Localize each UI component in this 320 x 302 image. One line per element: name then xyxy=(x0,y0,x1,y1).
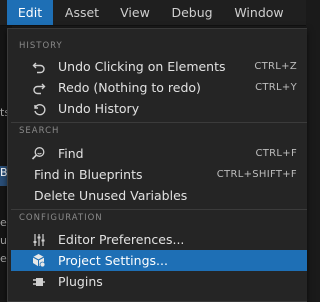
menu-item-label: Plugins xyxy=(58,274,103,289)
menu-item-find-in-blueprints[interactable]: Find in Blueprints CTRL+SHIFT+F xyxy=(11,164,307,185)
shortcut-label: CTRL+Z xyxy=(254,61,297,72)
shortcut-label: CTRL+SHIFT+F xyxy=(216,169,297,180)
menu-item-undo-history[interactable]: Undo History xyxy=(11,98,307,119)
menu-asset[interactable]: Asset xyxy=(56,0,108,25)
menu-item-undo[interactable]: Undo Clicking on Elements CTRL+Z xyxy=(11,56,307,77)
menu-item-plugins[interactable]: Plugins xyxy=(11,271,307,292)
plugin-icon xyxy=(30,273,47,290)
section-header-configuration: CONFIGURATION xyxy=(19,213,103,223)
menu-view[interactable]: View xyxy=(112,0,158,25)
menu-bar: Edit Asset View Debug Window xyxy=(0,0,306,26)
sliders-icon xyxy=(30,231,47,248)
project-settings-icon xyxy=(30,252,47,269)
menu-item-delete-unused-variables[interactable]: Delete Unused Variables xyxy=(11,185,307,206)
menu-item-redo[interactable]: Redo (Nothing to redo) CTRL+Y xyxy=(11,77,307,98)
menu-debug[interactable]: Debug xyxy=(164,0,220,25)
redo-icon xyxy=(30,79,47,96)
menu-item-label: Delete Unused Variables xyxy=(34,188,188,203)
divider xyxy=(11,209,307,210)
menu-item-editor-preferences[interactable]: Editor Preferences... xyxy=(11,229,307,250)
menu-edit[interactable]: Edit xyxy=(7,0,53,25)
edit-menu-dropdown: HISTORY Undo Clicking on Elements CTRL+Z… xyxy=(7,28,307,302)
history-icon xyxy=(30,100,47,117)
find-icon xyxy=(30,145,47,162)
menu-item-label: Editor Preferences... xyxy=(58,232,185,247)
menu-item-find[interactable]: Find CTRL+F xyxy=(11,143,307,164)
menu-item-label: Project Settings... xyxy=(58,253,168,268)
undo-icon xyxy=(30,58,47,75)
menu-window[interactable]: Window xyxy=(226,0,292,25)
shortcut-label: CTRL+F xyxy=(255,148,297,159)
divider xyxy=(11,122,307,123)
shortcut-label: CTRL+Y xyxy=(255,82,297,93)
section-header-history: HISTORY xyxy=(19,41,63,51)
menu-item-label: Undo Clicking on Elements xyxy=(58,59,226,74)
menu-item-label: Undo History xyxy=(58,101,140,116)
menu-item-label: Find xyxy=(58,146,84,161)
section-header-search: SEARCH xyxy=(19,126,60,136)
menu-item-label: Find in Blueprints xyxy=(34,167,143,182)
menu-item-project-settings[interactable]: Project Settings... xyxy=(11,250,307,271)
menu-item-label: Redo (Nothing to redo) xyxy=(58,80,201,95)
